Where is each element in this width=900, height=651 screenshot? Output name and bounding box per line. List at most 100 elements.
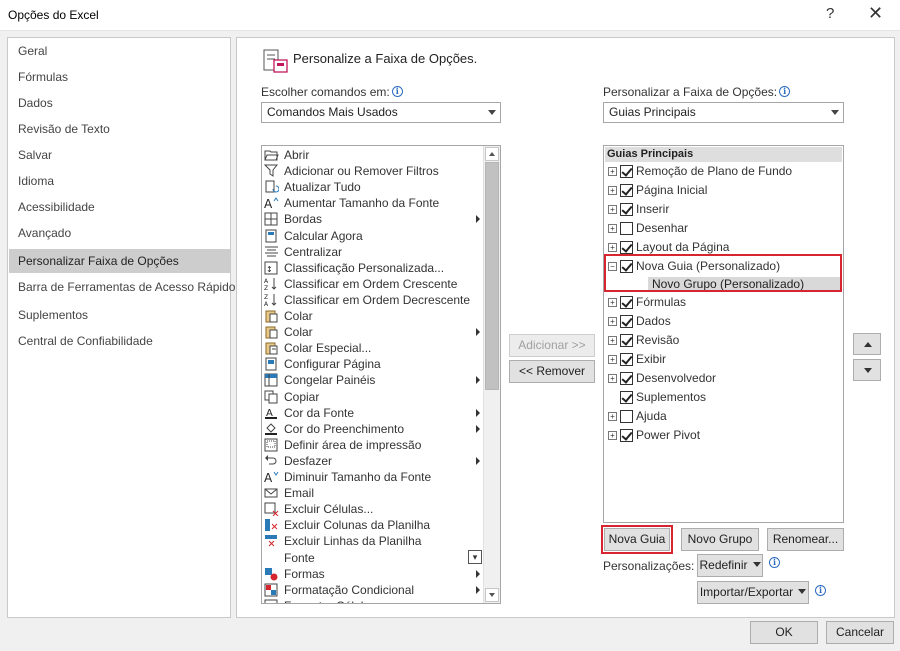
tab-checkbox[interactable] bbox=[620, 222, 633, 235]
info-icon[interactable]: i bbox=[391, 86, 403, 97]
tab-checkbox[interactable] bbox=[620, 410, 633, 423]
add-button[interactable]: Adicionar >> bbox=[509, 334, 595, 357]
tab-checkbox[interactable] bbox=[620, 241, 633, 254]
nav-item[interactable]: Suplementos bbox=[9, 303, 230, 327]
import-export-button[interactable]: Importar/Exportar bbox=[697, 581, 809, 604]
command-item[interactable]: Configurar Página bbox=[262, 356, 484, 372]
tab-checkbox[interactable] bbox=[620, 165, 633, 178]
tab-checkbox[interactable] bbox=[620, 372, 633, 385]
command-item[interactable]: Formas bbox=[262, 566, 484, 582]
expand-icon[interactable]: + bbox=[608, 243, 617, 252]
expand-icon[interactable]: + bbox=[608, 317, 617, 326]
command-item[interactable]: A Cor da Fonte bbox=[262, 405, 484, 421]
nav-item[interactable]: Barra de Ferramentas de Acesso Rápido bbox=[9, 275, 235, 299]
command-item[interactable]: Formatar Células bbox=[262, 598, 484, 603]
command-item[interactable]: ↕ Classificação Personalizada... bbox=[262, 260, 484, 276]
command-item[interactable]: Colar bbox=[262, 324, 484, 340]
new-tab-button[interactable]: Nova Guia bbox=[601, 525, 673, 554]
command-item[interactable]: Excluir Colunas da Planilha bbox=[262, 517, 484, 533]
expand-icon[interactable]: + bbox=[608, 205, 617, 214]
command-item[interactable]: Fonte ▾ bbox=[262, 549, 484, 566]
command-item[interactable]: Desfazer bbox=[262, 453, 484, 469]
scroll-thumb[interactable] bbox=[485, 162, 499, 390]
nav-item[interactable]: Revisão de Texto bbox=[9, 117, 230, 141]
tree-tab-item[interactable]: + Exibir bbox=[604, 350, 843, 369]
tab-checkbox[interactable] bbox=[620, 184, 633, 197]
command-item[interactable]: Email bbox=[262, 485, 484, 501]
tree-tab-item[interactable]: + Dados bbox=[604, 312, 843, 331]
tree-tab-item[interactable]: + Remoção de Plano de Fundo bbox=[604, 162, 843, 181]
nav-item[interactable]: Fórmulas bbox=[9, 65, 230, 89]
command-item[interactable]: Abrir bbox=[262, 147, 484, 163]
tree-tab-item[interactable]: + Inserir bbox=[604, 200, 843, 219]
nav-item[interactable]: Personalizar Faixa de Opções bbox=[9, 249, 230, 273]
command-item[interactable]: Excluir Células... bbox=[262, 501, 484, 517]
expand-icon[interactable]: + bbox=[608, 298, 617, 307]
command-item[interactable]: Atualizar Tudo bbox=[262, 179, 484, 195]
nav-item[interactable]: Central de Confiabilidade bbox=[9, 329, 230, 353]
command-item[interactable]: Copiar bbox=[262, 389, 484, 405]
rename-button[interactable]: Renomear... bbox=[767, 528, 844, 551]
nav-item[interactable]: Dados bbox=[9, 91, 230, 115]
tab-checkbox[interactable] bbox=[620, 353, 633, 366]
expand-icon[interactable]: + bbox=[608, 186, 617, 195]
tab-checkbox[interactable] bbox=[620, 203, 633, 216]
command-item[interactable]: Excluir Linhas da Planilha bbox=[262, 533, 484, 549]
command-item[interactable]: A Diminuir Tamanho da Fonte bbox=[262, 469, 484, 485]
close-button[interactable]: ✕ bbox=[868, 3, 883, 24]
tree-tab-item[interactable]: + Fórmulas bbox=[604, 293, 843, 312]
nav-item[interactable]: Avançado bbox=[9, 221, 230, 245]
commands-scrollbar[interactable] bbox=[483, 146, 500, 603]
move-up-button[interactable] bbox=[853, 333, 881, 355]
scroll-up-button[interactable] bbox=[485, 147, 499, 161]
command-item[interactable]: A Z Classificar em Ordem Crescente bbox=[262, 276, 484, 292]
remove-button[interactable]: << Remover bbox=[509, 360, 595, 383]
help-button[interactable]: ? bbox=[826, 5, 834, 22]
expand-icon[interactable]: + bbox=[608, 224, 617, 233]
tab-checkbox[interactable] bbox=[620, 296, 633, 309]
nav-item[interactable]: Geral bbox=[9, 39, 230, 63]
tree-tab-item[interactable]: + Desenvolvedor bbox=[604, 369, 843, 388]
expand-icon[interactable]: + bbox=[608, 167, 617, 176]
tab-checkbox[interactable] bbox=[620, 391, 633, 404]
command-item[interactable]: Colar bbox=[262, 308, 484, 324]
command-item[interactable]: Adicionar ou Remover Filtros bbox=[262, 163, 484, 179]
command-item[interactable]: Centralizar bbox=[262, 244, 484, 260]
expand-icon[interactable]: + bbox=[608, 355, 617, 364]
tab-checkbox[interactable] bbox=[620, 334, 633, 347]
command-item[interactable]: Z A Classificar em Ordem Decrescente bbox=[262, 292, 484, 308]
reset-button[interactable]: Redefinir bbox=[697, 554, 763, 577]
customize-ribbon-combo[interactable]: Guias Principais bbox=[603, 102, 844, 123]
tree-tab-item[interactable]: Suplementos bbox=[604, 388, 843, 407]
info-icon[interactable]: i bbox=[769, 557, 780, 568]
command-item[interactable]: Calcular Agora bbox=[262, 228, 484, 244]
command-item[interactable]: Cor do Preenchimento bbox=[262, 421, 484, 437]
expand-icon[interactable]: + bbox=[608, 374, 617, 383]
command-item[interactable]: Definir área de impressão bbox=[262, 437, 484, 453]
cancel-button[interactable]: Cancelar bbox=[826, 621, 894, 644]
scroll-down-button[interactable] bbox=[485, 588, 499, 602]
choose-commands-combo[interactable]: Comandos Mais Usados bbox=[261, 102, 501, 123]
tab-checkbox[interactable] bbox=[620, 315, 633, 328]
command-item[interactable]: Congelar Painéis bbox=[262, 372, 484, 388]
commands-list[interactable]: Formatar CélulasFormatação CondicionalFo… bbox=[261, 145, 501, 604]
ribbon-tabs-tree[interactable]: Guias Principais + Remoção de Plano de Fu… bbox=[603, 145, 844, 523]
tree-tab-item[interactable]: + Revisão bbox=[604, 331, 843, 350]
tree-tab-item[interactable]: + Power Pivot bbox=[604, 426, 843, 445]
expand-icon[interactable]: + bbox=[608, 336, 617, 345]
tree-tab-item[interactable]: + Página Inicial bbox=[604, 181, 843, 200]
move-down-button[interactable] bbox=[853, 359, 881, 381]
tree-tab-item[interactable]: + Ajuda bbox=[604, 407, 843, 426]
ok-button[interactable]: OK bbox=[750, 621, 818, 644]
tab-checkbox[interactable] bbox=[620, 429, 633, 442]
nav-item[interactable]: Acessibilidade bbox=[9, 195, 230, 219]
nav-item[interactable]: Idioma bbox=[9, 169, 230, 193]
tree-tab-item[interactable]: + Desenhar bbox=[604, 219, 843, 238]
info-icon[interactable]: i bbox=[779, 86, 791, 97]
info-icon[interactable]: i bbox=[815, 585, 826, 596]
expand-icon[interactable]: + bbox=[608, 431, 617, 440]
command-item[interactable]: A Aumentar Tamanho da Fonte bbox=[262, 195, 484, 211]
command-item[interactable]: Colar Especial... bbox=[262, 340, 484, 356]
command-item[interactable]: Formatação Condicional bbox=[262, 582, 484, 598]
nav-item[interactable]: Salvar bbox=[9, 143, 230, 167]
